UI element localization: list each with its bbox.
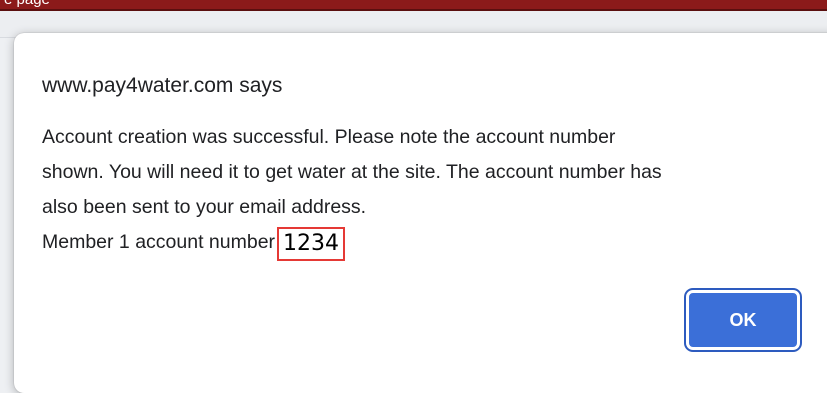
alert-dialog: www.pay4water.com says Account creation … [14,33,827,393]
browser-header-bar: e page [0,0,827,9]
message-line: also been sent to your email address. [42,196,367,218]
message-line: Account creation was successful. Please … [42,126,616,148]
dialog-message: Account creation was successful. Please … [42,120,812,261]
account-number-value: 1234 [277,227,346,261]
account-number-line: Member 1 account number 1234 [42,225,812,261]
account-number-label: Member 1 account number [42,231,276,253]
ok-button[interactable]: OK [686,290,800,350]
message-line: shown. You will need it to get water at … [42,161,662,183]
dialog-title: www.pay4water.com says [42,74,283,97]
header-text: e page [4,0,50,9]
